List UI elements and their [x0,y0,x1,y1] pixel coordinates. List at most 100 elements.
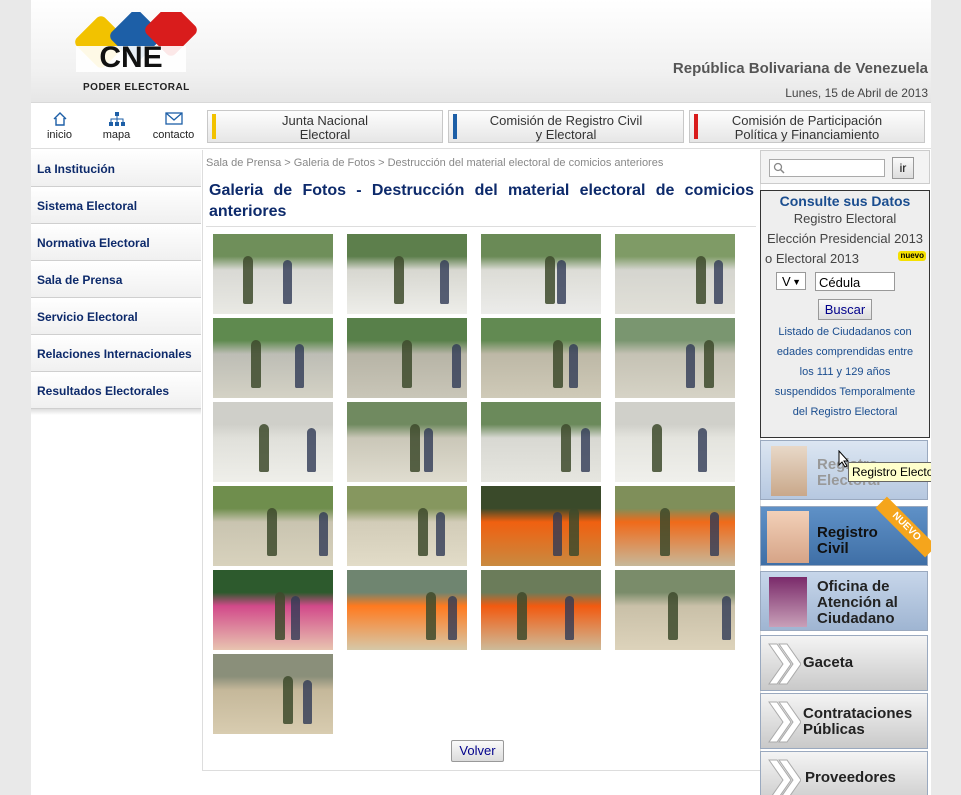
consulte-datos-panel: Consulte sus Datos Registro Electoral El… [760,190,930,438]
photo-figure [569,508,579,556]
tab-registro-civil-electoral[interactable]: Comisión de Registro Civil y Electoral [448,110,684,143]
volver-button[interactable]: Volver [451,740,504,762]
menu-item-normativa-electoral[interactable]: Normativa Electoral [31,224,201,261]
tab-color-bar [212,114,216,139]
photo-figure [545,256,555,304]
banner-contrataciones-publicas[interactable]: Contrataciones Públicas [760,693,928,749]
gallery-thumbnail[interactable] [213,234,333,314]
menu-item-sala-de-prensa[interactable]: Sala de Prensa [31,261,201,298]
link-line: edades comprendidas entre [776,346,914,358]
tab-label-line1: Junta Nacional [282,113,368,128]
gallery-thumbnail[interactable] [347,234,467,314]
menu-item-servicio-electoral[interactable]: Servicio Electoral [31,298,201,335]
photo-figure [283,676,293,724]
gallery-thumbnail[interactable] [481,402,601,482]
banner-line: Civil [817,540,849,557]
nuevo-ribbon: NUEVO [875,496,931,558]
photo-figure [561,424,571,472]
cne-logo[interactable]: CNE PODER ELECTORAL [61,4,231,96]
svg-text:CNE: CNE [99,41,162,74]
banner-label: Gaceta [803,654,854,671]
photo-figure [319,512,328,556]
tab-participacion-politica[interactable]: Comisión de Participación Política y Fin… [689,110,925,143]
photo-figure [243,256,253,304]
quicklink-inicio[interactable]: inicio [31,105,88,147]
tooltip: Registro Electoral [848,462,931,482]
gallery-thumbnail[interactable] [213,318,333,398]
gallery-thumbnail[interactable] [615,234,735,314]
photo-figure [698,428,707,472]
photo-figure [436,512,445,556]
cedula-input[interactable]: Cédula [815,272,895,291]
banner-registro-civil[interactable]: Registro Civil NUEVO [760,496,931,566]
photo-figure [283,260,292,304]
gallery-thumbnail[interactable] [615,486,735,566]
quicklink-label: inicio [46,129,73,141]
tab-label-line2: Política y Financiamiento [734,127,880,142]
banner-photo [769,577,807,627]
suspended-list-link[interactable]: Listado de Ciudadanos con edades compren… [761,322,929,422]
gallery-thumbnail[interactable] [213,486,333,566]
photo-figure [517,592,527,640]
cedula-form: V ▼ Cédula [761,272,929,298]
top-nav: inicio mapa contacto Junta Nacional Elec… [31,105,931,149]
photo-figure [553,340,563,388]
banner-proveedores[interactable]: Proveedores [760,751,928,795]
banner-line: Registro [817,524,878,541]
quicklink-label: mapa [102,129,131,141]
quicklink-mapa[interactable]: mapa [88,105,145,147]
photo-figure [402,340,412,388]
menu-item-institucion[interactable]: La Institución [31,150,201,187]
gallery-thumbnail[interactable] [481,318,601,398]
quicklink-contacto[interactable]: contacto [145,105,202,147]
gallery-thumbnail[interactable] [347,318,467,398]
current-date: Lunes, 15 de Abril de 2013 [785,86,928,100]
buscar-button[interactable]: Buscar [817,299,873,320]
gallery-thumbnail[interactable] [213,402,333,482]
banner-line: Contrataciones [803,705,913,722]
gallery-thumbnail[interactable] [213,654,333,734]
page-title: Galeria de Fotos - Destrucción del mater… [209,182,754,220]
photo-figure [251,340,261,388]
photo-figure [291,596,300,640]
menu-item-resultados-electorales[interactable]: Resultados Electorales [31,372,201,409]
breadcrumb[interactable]: Sala de Prensa > Galeria de Fotos > Dest… [206,157,663,169]
photo-figure [275,592,285,640]
home-icon [31,111,88,129]
gallery-thumbnail[interactable] [481,570,601,650]
gallery-thumbnail[interactable] [615,402,735,482]
photo-figure [303,680,312,724]
gallery-thumbnail[interactable] [213,570,333,650]
tab-color-bar [694,114,698,139]
tab-color-bar [453,114,457,139]
country-title: República Bolivariana de Venezuela [672,60,928,77]
photo-figure [448,596,457,640]
banner-label: Registro Civil [817,525,878,557]
banner-line: Públicas [803,721,865,738]
menu-shadow [31,409,201,415]
gallery-thumbnail[interactable] [347,402,467,482]
menu-item-sistema-electoral[interactable]: Sistema Electoral [31,187,201,224]
gallery-thumbnail[interactable] [615,570,735,650]
menu-item-relaciones-internacionales[interactable]: Relaciones Internacionales [31,335,201,372]
gallery-thumbnail[interactable] [481,234,601,314]
photo-figure [710,512,719,556]
banner-label: Proveedores [805,769,896,786]
gallery-thumbnail[interactable] [481,486,601,566]
tab-label-line1: Comisión de Registro Civil [489,113,643,128]
photo-figure [424,428,433,472]
photo-figure [704,340,714,388]
search-go-button[interactable]: ir [892,157,914,179]
search-input[interactable] [769,159,885,177]
banner-oficina-atencion[interactable]: Oficina de Atención al Ciudadano [760,571,928,631]
banner-gaceta[interactable]: Gaceta [760,635,928,691]
chevron-right-icon [767,642,802,691]
photo-figure [440,260,449,304]
photo-figure [295,344,304,388]
nationality-select[interactable]: V ▼ [776,272,806,290]
gallery-thumbnail[interactable] [347,486,467,566]
tab-junta-nacional-electoral[interactable]: Junta Nacional Electoral [207,110,443,143]
banner-photo [767,511,809,563]
gallery-thumbnail[interactable] [347,570,467,650]
gallery-thumbnail[interactable] [615,318,735,398]
